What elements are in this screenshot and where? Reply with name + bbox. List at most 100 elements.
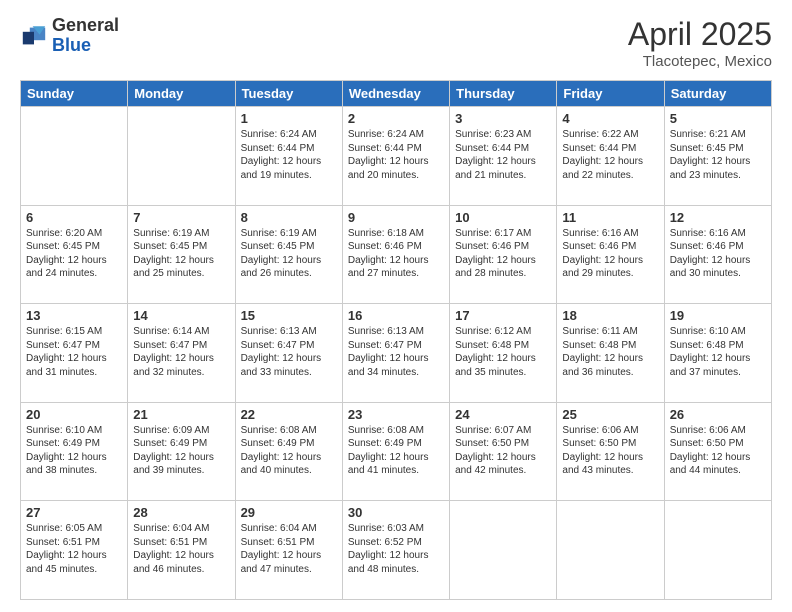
day-info: Sunrise: 6:16 AM Sunset: 6:46 PM Dayligh… [670, 227, 766, 281]
day-number: 17 [455, 308, 551, 323]
day-info: Sunrise: 6:15 AM Sunset: 6:47 PM Dayligh… [26, 325, 122, 379]
day-info: Sunrise: 6:07 AM Sunset: 6:50 PM Dayligh… [455, 424, 551, 478]
day-info: Sunrise: 6:24 AM Sunset: 6:44 PM Dayligh… [348, 128, 444, 182]
day-info: Sunrise: 6:13 AM Sunset: 6:47 PM Dayligh… [348, 325, 444, 379]
day-number: 16 [348, 308, 444, 323]
logo-general: General [52, 16, 119, 36]
table-row: 30 Sunrise: 6:03 AM Sunset: 6:52 PM Dayli… [342, 501, 449, 600]
day-info: Sunrise: 6:19 AM Sunset: 6:45 PM Dayligh… [133, 227, 229, 281]
day-number: 13 [26, 308, 122, 323]
col-thursday: Thursday [450, 81, 557, 107]
table-row: 6Sunrise: 6:20 AM Sunset: 6:45 PM Daylig… [21, 205, 128, 304]
day-number: 30 [348, 505, 444, 520]
calendar-header-row: Sunday Monday Tuesday Wednesday Thursday… [21, 81, 772, 107]
day-number: 5 [670, 111, 766, 126]
day-number: 10 [455, 210, 551, 225]
day-info: Sunrise: 6:08 AM Sunset: 6:49 PM Dayligh… [348, 424, 444, 478]
table-row: 14 Sunrise: 6:14 AM Sunset: 6:47 PM Dayli… [128, 304, 235, 403]
table-row: 18 Sunrise: 6:11 AM Sunset: 6:48 PM Dayli… [557, 304, 664, 403]
col-monday: Monday [128, 81, 235, 107]
day-info: Sunrise: 6:19 AM Sunset: 6:45 PM Dayligh… [241, 227, 337, 281]
table-row: 1Sunrise: 6:24 AM Sunset: 6:44 PM Daylig… [235, 107, 342, 206]
day-info: Sunrise: 6:04 AM Sunset: 6:51 PM Dayligh… [133, 522, 229, 576]
day-info: Sunrise: 6:23 AM Sunset: 6:44 PM Dayligh… [455, 128, 551, 182]
table-row: 27Sunrise: 6:05 AM Sunset: 6:51 PM Dayli… [21, 501, 128, 600]
day-number: 22 [241, 407, 337, 422]
calendar-week-row: 20 Sunrise: 6:10 AM Sunset: 6:49 PM Dayli… [21, 402, 772, 501]
calendar-week-row: 27Sunrise: 6:05 AM Sunset: 6:51 PM Dayli… [21, 501, 772, 600]
table-row: 3Sunrise: 6:23 AM Sunset: 6:44 PM Daylig… [450, 107, 557, 206]
title-section: April 2025 Tlacotepec, Mexico [628, 16, 772, 70]
table-row [557, 501, 664, 600]
table-row: 21 Sunrise: 6:09 AM Sunset: 6:49 PM Dayli… [128, 402, 235, 501]
calendar-week-row: 13 Sunrise: 6:15 AM Sunset: 6:47 PM Dayli… [21, 304, 772, 403]
table-row: 17 Sunrise: 6:12 AM Sunset: 6:48 PM Dayli… [450, 304, 557, 403]
day-number: 14 [133, 308, 229, 323]
logo-blue: Blue [52, 36, 119, 56]
table-row: 7 Sunrise: 6:19 AM Sunset: 6:45 PM Daylig… [128, 205, 235, 304]
day-number: 27 [26, 505, 122, 520]
table-row: 11Sunrise: 6:16 AM Sunset: 6:46 PM Dayli… [557, 205, 664, 304]
table-row: 9 Sunrise: 6:18 AM Sunset: 6:46 PM Daylig… [342, 205, 449, 304]
table-row: 5 Sunrise: 6:21 AM Sunset: 6:45 PM Daylig… [664, 107, 771, 206]
day-info: Sunrise: 6:11 AM Sunset: 6:48 PM Dayligh… [562, 325, 658, 379]
day-info: Sunrise: 6:17 AM Sunset: 6:46 PM Dayligh… [455, 227, 551, 281]
day-info: Sunrise: 6:04 AM Sunset: 6:51 PM Dayligh… [241, 522, 337, 576]
table-row: 12 Sunrise: 6:16 AM Sunset: 6:46 PM Dayli… [664, 205, 771, 304]
table-row [450, 501, 557, 600]
table-row: 22Sunrise: 6:08 AM Sunset: 6:49 PM Dayli… [235, 402, 342, 501]
day-info: Sunrise: 6:13 AM Sunset: 6:47 PM Dayligh… [241, 325, 337, 379]
day-info: Sunrise: 6:10 AM Sunset: 6:48 PM Dayligh… [670, 325, 766, 379]
header: General Blue April 2025 Tlacotepec, Mexi… [20, 16, 772, 70]
day-info: Sunrise: 6:12 AM Sunset: 6:48 PM Dayligh… [455, 325, 551, 379]
day-info: Sunrise: 6:20 AM Sunset: 6:45 PM Dayligh… [26, 227, 122, 281]
day-number: 23 [348, 407, 444, 422]
table-row: 8 Sunrise: 6:19 AM Sunset: 6:45 PM Daylig… [235, 205, 342, 304]
table-row: 29 Sunrise: 6:04 AM Sunset: 6:51 PM Dayli… [235, 501, 342, 600]
day-number: 15 [241, 308, 337, 323]
day-number: 4 [562, 111, 658, 126]
day-info: Sunrise: 6:18 AM Sunset: 6:46 PM Dayligh… [348, 227, 444, 281]
day-info: Sunrise: 6:21 AM Sunset: 6:45 PM Dayligh… [670, 128, 766, 182]
table-row: 23 Sunrise: 6:08 AM Sunset: 6:49 PM Dayli… [342, 402, 449, 501]
day-number: 29 [241, 505, 337, 520]
month-title: April 2025 [628, 16, 772, 53]
table-row: 2Sunrise: 6:24 AM Sunset: 6:44 PM Daylig… [342, 107, 449, 206]
col-tuesday: Tuesday [235, 81, 342, 107]
day-number: 19 [670, 308, 766, 323]
calendar-week-row: 1 Sunrise: 6:24 AM Sunset: 6:44 PM Daylig… [21, 107, 772, 206]
logo: General Blue [20, 16, 119, 56]
logo-icon [20, 22, 48, 50]
location-title: Tlacotepec, Mexico [628, 53, 772, 70]
col-saturday: Saturday [664, 81, 771, 107]
table-row: 13 Sunrise: 6:15 AM Sunset: 6:47 PM Dayli… [21, 304, 128, 403]
table-row: 19 Sunrise: 6:10 AM Sunset: 6:48 PM Dayli… [664, 304, 771, 403]
day-number: 1 [241, 111, 337, 126]
day-info: Sunrise: 6:10 AM Sunset: 6:49 PM Dayligh… [26, 424, 122, 478]
day-number: 8 [241, 210, 337, 225]
calendar-week-row: 6Sunrise: 6:20 AM Sunset: 6:45 PM Daylig… [21, 205, 772, 304]
calendar-page: General Blue April 2025 Tlacotepec, Mexi… [0, 0, 792, 612]
table-row: 4Sunrise: 6:22 AM Sunset: 6:44 PM Daylig… [557, 107, 664, 206]
col-friday: Friday [557, 81, 664, 107]
day-number: 20 [26, 407, 122, 422]
day-number: 28 [133, 505, 229, 520]
table-row [21, 107, 128, 206]
day-info: Sunrise: 6:14 AM Sunset: 6:47 PM Dayligh… [133, 325, 229, 379]
col-sunday: Sunday [21, 81, 128, 107]
col-wednesday: Wednesday [342, 81, 449, 107]
table-row: 16 Sunrise: 6:13 AM Sunset: 6:47 PM Dayli… [342, 304, 449, 403]
day-number: 26 [670, 407, 766, 422]
logo-text: General Blue [52, 16, 119, 56]
table-row: 10 Sunrise: 6:17 AM Sunset: 6:46 PM Dayli… [450, 205, 557, 304]
table-row: 25Sunrise: 6:06 AM Sunset: 6:50 PM Dayli… [557, 402, 664, 501]
day-number: 12 [670, 210, 766, 225]
day-number: 21 [133, 407, 229, 422]
table-row: 28 Sunrise: 6:04 AM Sunset: 6:51 PM Dayli… [128, 501, 235, 600]
day-info: Sunrise: 6:03 AM Sunset: 6:52 PM Dayligh… [348, 522, 444, 576]
day-info: Sunrise: 6:09 AM Sunset: 6:49 PM Dayligh… [133, 424, 229, 478]
day-number: 9 [348, 210, 444, 225]
day-number: 18 [562, 308, 658, 323]
day-number: 7 [133, 210, 229, 225]
day-number: 25 [562, 407, 658, 422]
